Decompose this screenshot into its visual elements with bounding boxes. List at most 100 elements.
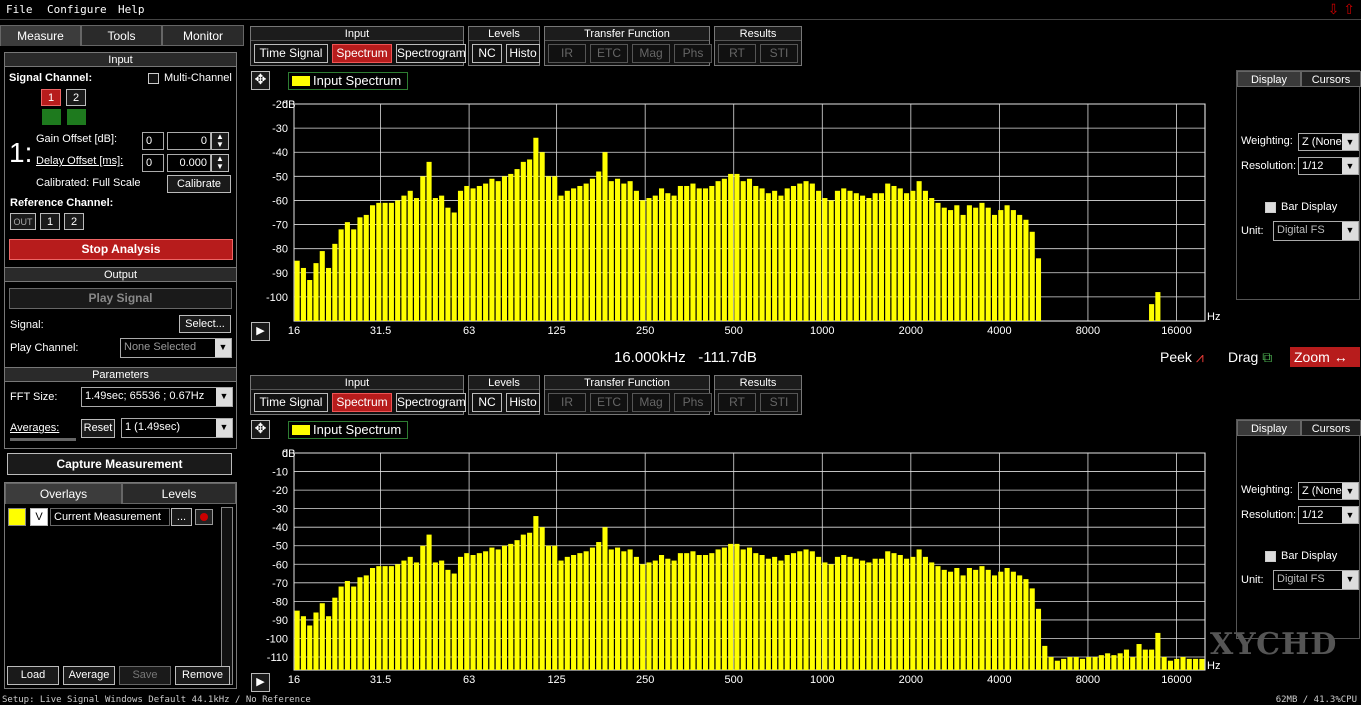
view-nc-button[interactable]: NC bbox=[472, 44, 502, 63]
averages-select[interactable]: 1 (1.49sec) ▼ bbox=[121, 418, 233, 438]
spectrum-bar bbox=[904, 558, 910, 670]
gain-offset-input-b[interactable]: 0 bbox=[167, 132, 211, 150]
gain-spinner[interactable]: ▲ ▼ bbox=[211, 132, 229, 150]
reference-2-button[interactable]: 2 bbox=[64, 213, 84, 230]
play-arrow-icon[interactable]: ▶ bbox=[251, 322, 270, 341]
signal-channel-1-button[interactable]: 1 bbox=[41, 89, 61, 106]
view-sti-button[interactable]: STI bbox=[760, 44, 798, 63]
remove-button[interactable]: Remove bbox=[175, 666, 230, 685]
delay-offset-input-a[interactable]: 0 bbox=[142, 154, 164, 172]
play-arrow-icon[interactable]: ▶ bbox=[251, 673, 270, 692]
overlay-visible-toggle[interactable]: V bbox=[30, 508, 48, 526]
drag-button[interactable]: Drag ⧉ bbox=[1228, 349, 1272, 366]
weighting-select[interactable]: Z (None) ▼ bbox=[1298, 482, 1359, 500]
view-rt-button[interactable]: RT bbox=[718, 44, 756, 63]
spectrum-bar bbox=[759, 555, 765, 670]
view-spectrum-button[interactable]: Spectrum bbox=[332, 393, 392, 412]
view-mag-button[interactable]: Mag bbox=[632, 44, 670, 63]
spectrum-bar bbox=[577, 185, 583, 321]
play-channel-select[interactable]: None Selected ▼ bbox=[120, 338, 232, 358]
spectrum-bar bbox=[960, 214, 966, 321]
tab-display[interactable]: Display bbox=[1237, 420, 1301, 436]
fft-size-select[interactable]: 1.49sec; 65536 ; 0.67Hz ▼ bbox=[81, 387, 233, 407]
view-histo-button[interactable]: Histo bbox=[506, 393, 540, 412]
play-signal-button[interactable]: Play Signal bbox=[9, 288, 232, 309]
view-histo-button[interactable]: Histo bbox=[506, 44, 540, 63]
tab-monitor[interactable]: Monitor bbox=[162, 25, 244, 46]
multi-channel-checkbox[interactable] bbox=[148, 73, 159, 84]
bar-display-checkbox[interactable] bbox=[1265, 202, 1276, 213]
menu-help[interactable]: Help bbox=[118, 3, 145, 16]
view-ir-button[interactable]: IR bbox=[548, 393, 586, 412]
window-controls-icon[interactable]: ⇩ ⇧ bbox=[1328, 1, 1355, 18]
zoom-button[interactable]: Zoom ↔ bbox=[1290, 347, 1360, 367]
stop-analysis-button[interactable]: Stop Analysis bbox=[9, 239, 233, 260]
spectrum-bar bbox=[916, 549, 922, 670]
view-spectrogram-button[interactable]: Spectrogram bbox=[396, 393, 466, 412]
tab-cursors[interactable]: Cursors bbox=[1301, 420, 1361, 436]
resolution-select[interactable]: 1/12 ▼ bbox=[1298, 506, 1359, 524]
view-spectrogram-button[interactable]: Spectrogram bbox=[396, 44, 466, 63]
view-ir-button[interactable]: IR bbox=[548, 44, 586, 63]
load-button[interactable]: Load bbox=[7, 666, 59, 685]
spectrum-bar bbox=[1023, 579, 1029, 670]
overlay-color-swatch[interactable] bbox=[8, 508, 26, 526]
signal-select-button[interactable]: Select... bbox=[179, 315, 231, 333]
overlay-more-button[interactable]: ... bbox=[171, 508, 192, 526]
view-nc-button[interactable]: NC bbox=[472, 393, 502, 412]
view-sti-button[interactable]: STI bbox=[760, 393, 798, 412]
average-button[interactable]: Average bbox=[63, 666, 115, 685]
spectrum-chart-top[interactable]: -20-30-40-50-60-70-80-90-10016 31.5 63 125 2… bbox=[250, 95, 1230, 340]
calibrate-button[interactable]: Calibrate bbox=[167, 175, 231, 193]
menu-file[interactable]: File bbox=[6, 3, 33, 16]
view-spectrum-button[interactable]: Spectrum bbox=[332, 44, 392, 63]
spectrum-bar bbox=[545, 176, 551, 321]
signal-channel-2-button[interactable]: 2 bbox=[66, 89, 86, 106]
gain-offset-input-a[interactable]: 0 bbox=[142, 132, 164, 150]
view-mag-button[interactable]: Mag bbox=[632, 393, 670, 412]
menu-configure[interactable]: Configure bbox=[47, 3, 107, 16]
unit-select[interactable]: Digital FS ▼ bbox=[1273, 221, 1359, 241]
x-tick-label: 16000 bbox=[1161, 674, 1192, 686]
tab-display[interactable]: Display bbox=[1237, 71, 1301, 87]
resolution-select[interactable]: 1/12 ▼ bbox=[1298, 157, 1359, 175]
capture-measurement-button[interactable]: Capture Measurement bbox=[7, 453, 232, 475]
averages-reset-button[interactable]: Reset bbox=[81, 419, 115, 438]
weighting-value: Z (None) bbox=[1302, 485, 1346, 497]
tab-tools[interactable]: Tools bbox=[81, 25, 162, 46]
delay-spinner[interactable]: ▲ ▼ bbox=[211, 154, 229, 172]
unit-select[interactable]: Digital FS ▼ bbox=[1273, 570, 1359, 590]
view-phs-button[interactable]: Phs bbox=[674, 44, 712, 63]
weighting-label: Weighting: bbox=[1241, 135, 1293, 147]
view-etc-button[interactable]: ETC bbox=[590, 44, 628, 63]
tab-cursors[interactable]: Cursors bbox=[1301, 71, 1361, 87]
tab-levels[interactable]: Levels bbox=[122, 483, 236, 504]
save-button[interactable]: Save bbox=[119, 666, 171, 685]
view-time-signal-button[interactable]: Time Signal bbox=[254, 44, 328, 63]
legend-input-spectrum-top[interactable]: Input Spectrum bbox=[288, 72, 408, 90]
view-etc-button[interactable]: ETC bbox=[590, 393, 628, 412]
reference-1-button[interactable]: 1 bbox=[40, 213, 60, 230]
reference-out-button[interactable]: OUT bbox=[10, 213, 36, 230]
weighting-select[interactable]: Z (None) ▼ bbox=[1298, 133, 1359, 151]
view-phs-button[interactable]: Phs bbox=[674, 393, 712, 412]
overlay-name-field[interactable]: Current Measurement bbox=[50, 508, 170, 526]
spectrum-chart-bottom[interactable]: 0-10-20-30-40-50-60-70-80-90-100-11016 31… bbox=[250, 444, 1230, 689]
spectrum-bar bbox=[709, 553, 715, 670]
tab-overlays[interactable]: Overlays bbox=[5, 483, 122, 504]
overlays-scrollbar[interactable] bbox=[221, 507, 233, 685]
view-rt-button[interactable]: RT bbox=[718, 393, 756, 412]
tab-measure[interactable]: Measure bbox=[0, 25, 81, 46]
peek-button[interactable]: Peek ⩘ bbox=[1160, 349, 1204, 366]
peek-label: Peek bbox=[1160, 349, 1192, 365]
bar-display-checkbox[interactable] bbox=[1265, 551, 1276, 562]
move-icon[interactable]: ✥ bbox=[251, 420, 270, 439]
spectrum-bar bbox=[784, 555, 790, 670]
view-time-signal-button[interactable]: Time Signal bbox=[254, 393, 328, 412]
spectrum-bar bbox=[866, 562, 872, 670]
record-icon[interactable] bbox=[195, 509, 213, 525]
x-tick-label: 4000 bbox=[987, 674, 1011, 686]
delay-offset-input-b[interactable]: 0.000 bbox=[167, 154, 211, 172]
legend-input-spectrum-bottom[interactable]: Input Spectrum bbox=[288, 421, 408, 439]
move-icon[interactable]: ✥ bbox=[251, 71, 270, 90]
